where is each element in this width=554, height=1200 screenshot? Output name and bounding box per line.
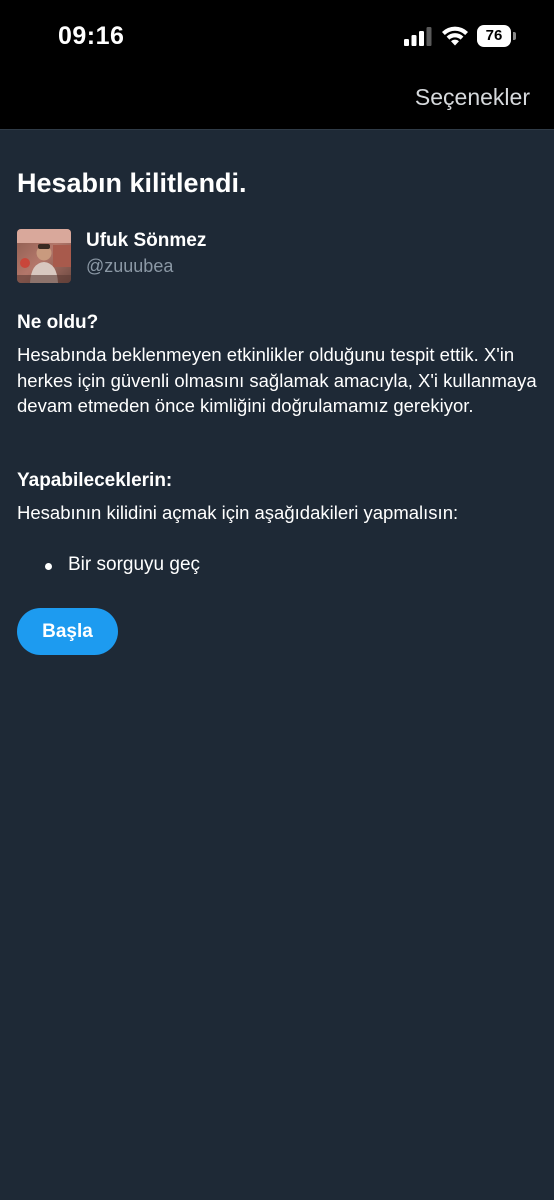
list-item-label: Bir sorguyu geç [68,554,201,575]
page-title: Hesabın kilitlendi. [17,168,247,198]
nav-bar: Seçenekler [0,72,554,130]
battery-icon: 76 [477,25,517,47]
status-bar: 09:16 76 [0,0,554,72]
status-time: 09:16 [58,22,125,50]
bullet-icon [45,563,52,570]
signal-icon [404,27,432,46]
battery-level: 76 [485,27,503,44]
user-name: Ufuk Sönmez [86,230,207,251]
avatar [17,229,71,283]
what-you-can-do-heading: Yapabileceklerin: [17,470,173,491]
battery-tip [513,32,516,40]
wifi-icon [442,26,468,46]
options-button[interactable]: Seçenekler [415,84,530,111]
avatar-image [17,229,71,283]
what-happened-heading: Ne oldu? [17,312,99,333]
user-handle: @zuuubea [86,256,174,276]
start-button[interactable]: Başla [17,608,118,655]
what-happened-text: Hesabında beklenmeyen etkinlikler olduğu… [17,344,537,416]
what-you-can-do-text: Hesabının kilidini açmak için aşağıdakil… [17,502,459,523]
